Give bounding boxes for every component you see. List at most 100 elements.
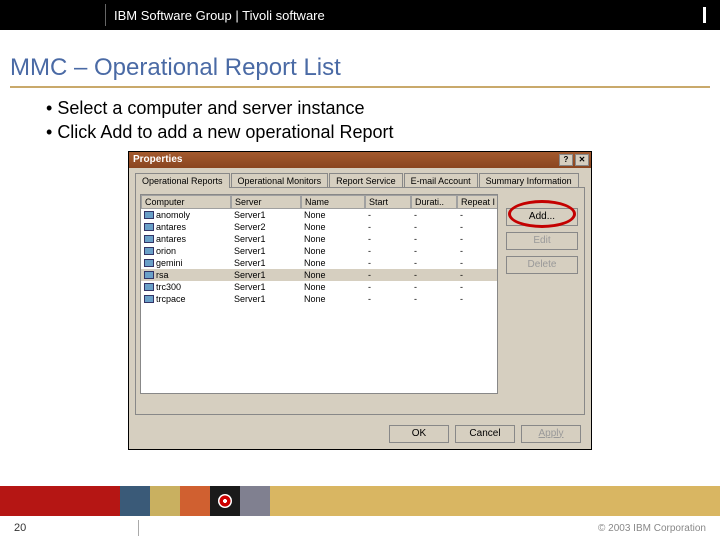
col-repeat[interactable]: Repeat I [457, 195, 498, 209]
table-row[interactable]: orionServer1None--- [141, 245, 497, 257]
help-button[interactable]: ? [559, 154, 573, 166]
tab-report-service[interactable]: Report Service [329, 173, 403, 188]
cell-start: - [365, 269, 411, 281]
cell-duration: - [411, 269, 457, 281]
eye-icon [218, 494, 232, 508]
cell-computer: gemini [141, 257, 231, 269]
bullet-item: Click Add to add a new operational Repor… [46, 120, 710, 144]
cell-start: - [365, 293, 411, 305]
tab-operational-monitors[interactable]: Operational Monitors [231, 173, 329, 188]
cell-repeat: - [457, 221, 498, 233]
close-button[interactable]: ✕ [575, 154, 589, 166]
col-duration[interactable]: Durati.. [411, 195, 457, 209]
cell-repeat: - [457, 233, 498, 245]
delete-button[interactable]: Delete [506, 256, 578, 274]
computer-icon [144, 283, 154, 291]
add-button[interactable]: Add... [506, 208, 578, 226]
table-row[interactable]: rsaServer1None--- [141, 269, 497, 281]
cell-server: Server1 [231, 245, 301, 257]
report-listview[interactable]: Computer Server Name Start Durati.. Repe… [140, 194, 498, 394]
cell-repeat: - [457, 269, 498, 281]
header-left: IBM Software Group | Tivoli software [0, 4, 325, 26]
apply-button[interactable]: Apply [521, 425, 581, 443]
cell-duration: - [411, 281, 457, 293]
dialog-side-buttons: Add... Edit Delete [506, 194, 580, 394]
cell-name: None [301, 245, 365, 257]
tab-operational-reports[interactable]: Operational Reports [135, 173, 230, 188]
cell-server: Server1 [231, 269, 301, 281]
cell-duration: - [411, 257, 457, 269]
computer-icon [144, 295, 154, 303]
cell-computer: trcpace [141, 293, 231, 305]
computer-icon [144, 271, 154, 279]
computer-icon [144, 235, 154, 243]
header-group-text: IBM Software Group | Tivoli software [114, 8, 325, 23]
cell-duration: - [411, 245, 457, 257]
cell-start: - [365, 245, 411, 257]
cell-repeat: - [457, 293, 498, 305]
dialog-tabs: Operational Reports Operational Monitors… [129, 168, 591, 187]
cell-name: None [301, 257, 365, 269]
cell-start: - [365, 281, 411, 293]
cell-name: None [301, 209, 365, 221]
thumb-icon [120, 486, 150, 516]
cell-computer: anomoly [141, 209, 231, 221]
cell-duration: - [411, 233, 457, 245]
thumb-icon [180, 486, 210, 516]
col-name[interactable]: Name [301, 195, 365, 209]
dialog-title: Properties [133, 154, 182, 165]
listview-header: Computer Server Name Start Durati.. Repe… [141, 195, 497, 209]
cell-name: None [301, 221, 365, 233]
cell-start: - [365, 221, 411, 233]
ok-button[interactable]: OK [389, 425, 449, 443]
cell-repeat: - [457, 209, 498, 221]
on-demand-icon [210, 486, 240, 516]
cell-computer: rsa [141, 269, 231, 281]
cell-start: - [365, 233, 411, 245]
cell-server: Server1 [231, 233, 301, 245]
ibm-logo-icon: IBM [703, 7, 706, 23]
table-row[interactable]: antaresServer1None--- [141, 233, 497, 245]
footer-red-block [0, 486, 120, 516]
cell-repeat: - [457, 281, 498, 293]
dialog-footer: OK Cancel Apply [129, 421, 591, 449]
edit-button[interactable]: Edit [506, 232, 578, 250]
cell-duration: - [411, 209, 457, 221]
table-row[interactable]: antaresServer2None--- [141, 221, 497, 233]
cell-repeat: - [457, 245, 498, 257]
copyright-text: © 2003 IBM Corporation [598, 523, 706, 534]
footer-divider [138, 520, 139, 536]
thumb-icon [240, 486, 270, 516]
header-divider [105, 4, 106, 26]
cell-name: None [301, 233, 365, 245]
cell-name: None [301, 269, 365, 281]
cell-computer: trc300 [141, 281, 231, 293]
cell-server: Server1 [231, 257, 301, 269]
table-row[interactable]: anomolyServer1None--- [141, 209, 497, 221]
tab-email-account[interactable]: E-mail Account [404, 173, 478, 188]
thumb-icon [150, 486, 180, 516]
col-start[interactable]: Start [365, 195, 411, 209]
footer-strip [0, 486, 720, 516]
cell-name: None [301, 281, 365, 293]
cell-server: Server1 [231, 293, 301, 305]
table-row[interactable]: geminiServer1None--- [141, 257, 497, 269]
dialog-titlebar: Properties ? ✕ [129, 152, 591, 168]
computer-icon [144, 247, 154, 255]
tab-summary-information[interactable]: Summary Information [479, 173, 579, 188]
table-row[interactable]: trcpaceServer1None--- [141, 293, 497, 305]
col-computer[interactable]: Computer [141, 195, 231, 209]
cell-computer: orion [141, 245, 231, 257]
cell-computer: antares [141, 233, 231, 245]
page-number: 20 [14, 522, 26, 534]
cancel-button[interactable]: Cancel [455, 425, 515, 443]
cell-duration: - [411, 293, 457, 305]
tab-panel: Computer Server Name Start Durati.. Repe… [135, 187, 585, 415]
cell-server: Server1 [231, 209, 301, 221]
properties-dialog: Properties ? ✕ Operational Reports Opera… [128, 151, 592, 450]
footer-gold-bar [270, 486, 720, 516]
slide-footer: 20 © 2003 IBM Corporation [0, 486, 720, 540]
cell-server: Server2 [231, 221, 301, 233]
table-row[interactable]: trc300Server1None--- [141, 281, 497, 293]
col-server[interactable]: Server [231, 195, 301, 209]
